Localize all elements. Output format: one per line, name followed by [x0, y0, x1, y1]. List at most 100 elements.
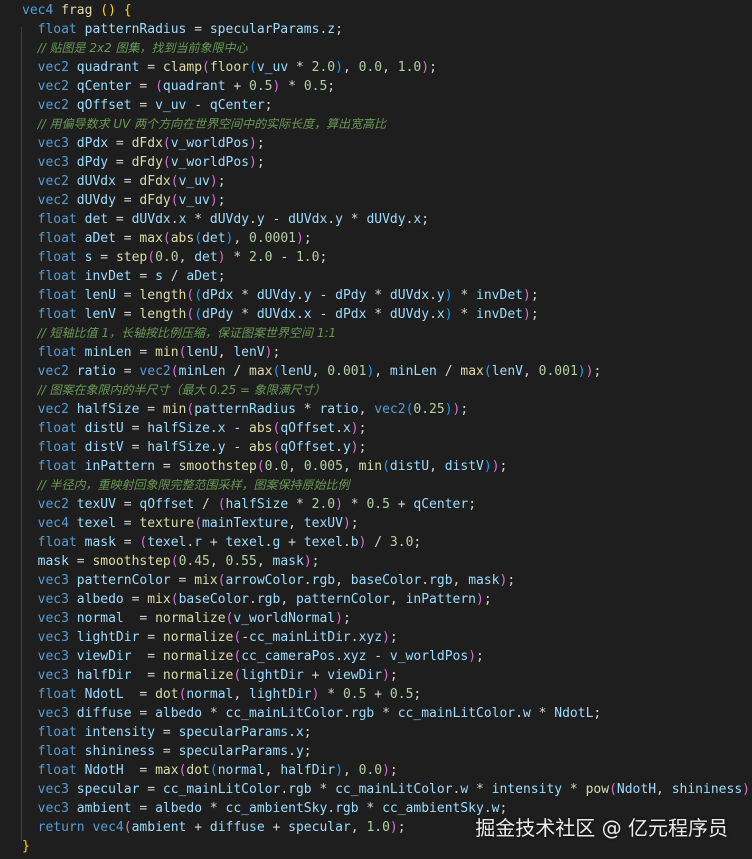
code-token: = — [123, 611, 156, 626]
code-token: * — [530, 706, 555, 721]
code-token: . — [209, 440, 218, 455]
code-token: ; — [217, 193, 226, 208]
code-token: + — [225, 79, 250, 94]
code-token: ; — [389, 763, 398, 778]
code-token: specularParams — [178, 744, 289, 759]
code-token: = — [170, 573, 195, 588]
code-token: x — [303, 307, 312, 322]
code-token: float — [37, 345, 77, 360]
code-token: ( — [209, 763, 218, 778]
code-token: v_uv — [155, 98, 187, 113]
code-token: ) — [342, 516, 351, 531]
code-token: + — [186, 820, 210, 835]
code-token: - — [311, 307, 336, 322]
code-token: ; — [303, 231, 312, 246]
code-token: = — [123, 592, 148, 607]
code-token: * — [342, 212, 367, 227]
code-token: float — [37, 22, 77, 37]
code-token: qOffset — [76, 98, 132, 113]
code-token: lightDir — [249, 687, 312, 702]
code-token: * — [280, 79, 304, 94]
code-token: v_worldPos — [170, 136, 250, 151]
code-token: ( — [162, 231, 171, 246]
code-token: + — [303, 668, 328, 683]
code-line: float mask = (texel.r + texel.g + texel.… — [22, 533, 422, 552]
code-token: 2.0 — [311, 497, 336, 512]
code-token: ; — [397, 820, 406, 835]
code-token: float — [37, 440, 77, 455]
code-token: * — [288, 60, 312, 75]
code-token: ) — [249, 136, 257, 151]
code-token: shininess — [671, 782, 743, 797]
code-token: { — [123, 3, 132, 18]
code-token: ; — [389, 630, 398, 645]
code-token: ; — [358, 440, 367, 455]
code-token: ( — [194, 231, 203, 246]
code-token: halfSize — [147, 421, 210, 436]
code-token: cc_mainLitColor — [162, 782, 281, 797]
code-token: v_worldPos — [170, 155, 250, 170]
code-token: patternColor — [76, 573, 171, 588]
code-token: ; — [358, 421, 367, 436]
code-token: float — [37, 231, 77, 246]
code-token: ; — [256, 155, 265, 170]
code-token: = — [115, 307, 140, 322]
code-token: vec2 — [37, 402, 69, 417]
code-line: vec3 ambient = albedo * cc_ambientSky.rg… — [22, 799, 508, 818]
code-token: ) — [350, 421, 359, 436]
code-token: = — [139, 782, 163, 797]
code-token: ratio — [319, 402, 359, 417]
code-token: ( — [123, 820, 132, 835]
code-token: ) — [350, 440, 359, 455]
code-token: distV — [84, 440, 124, 455]
code-token: , — [256, 554, 273, 569]
code-token: * — [288, 497, 312, 512]
code-token: dFdx — [139, 174, 171, 189]
code-line: vec4 texel = texture(mainTexture, texUV)… — [22, 514, 359, 533]
code-token: = — [131, 345, 156, 360]
code-token: - — [272, 250, 296, 265]
code-token: = — [131, 668, 163, 683]
code-token: / — [194, 497, 218, 512]
code-token: ) — [577, 364, 586, 379]
code-token: cc_ambientSky — [225, 801, 328, 816]
code-token: . — [295, 307, 304, 322]
code-line: vec3 albedo = mix(baseColor.rgb, pattern… — [22, 590, 492, 609]
code-token: ( — [147, 250, 156, 265]
code-token: = — [115, 231, 140, 246]
code-token: vec3 — [37, 155, 69, 170]
code-token: , — [178, 250, 195, 265]
code-token: ; — [350, 516, 359, 531]
watermark-text: 掘金技术社区 @ 亿元程序员 — [475, 816, 728, 840]
code-token: dUVdx — [256, 307, 296, 322]
code-editor[interactable]: vec4 frag () { float patternRadius = spe… — [0, 0, 752, 859]
code-token: albedo — [155, 706, 203, 721]
code-token: vec3 — [37, 782, 69, 797]
code-token: v_uv — [256, 60, 289, 75]
code-token: - — [225, 421, 250, 436]
code-token: b — [350, 535, 359, 550]
code-token: abs — [249, 440, 273, 455]
code-token: vec2 — [37, 60, 69, 75]
code-token: float — [37, 269, 77, 284]
code-line: vec2 dUVdy = dFdy(v_uv); — [22, 191, 226, 210]
code-token: ) — [523, 307, 531, 322]
code-token: 0.001 — [538, 364, 578, 379]
code-token: float — [37, 307, 77, 322]
code-line: // 贴图是 2x2 图集，找到当前象限中心 — [22, 39, 248, 58]
code-token: intensity — [491, 782, 563, 797]
